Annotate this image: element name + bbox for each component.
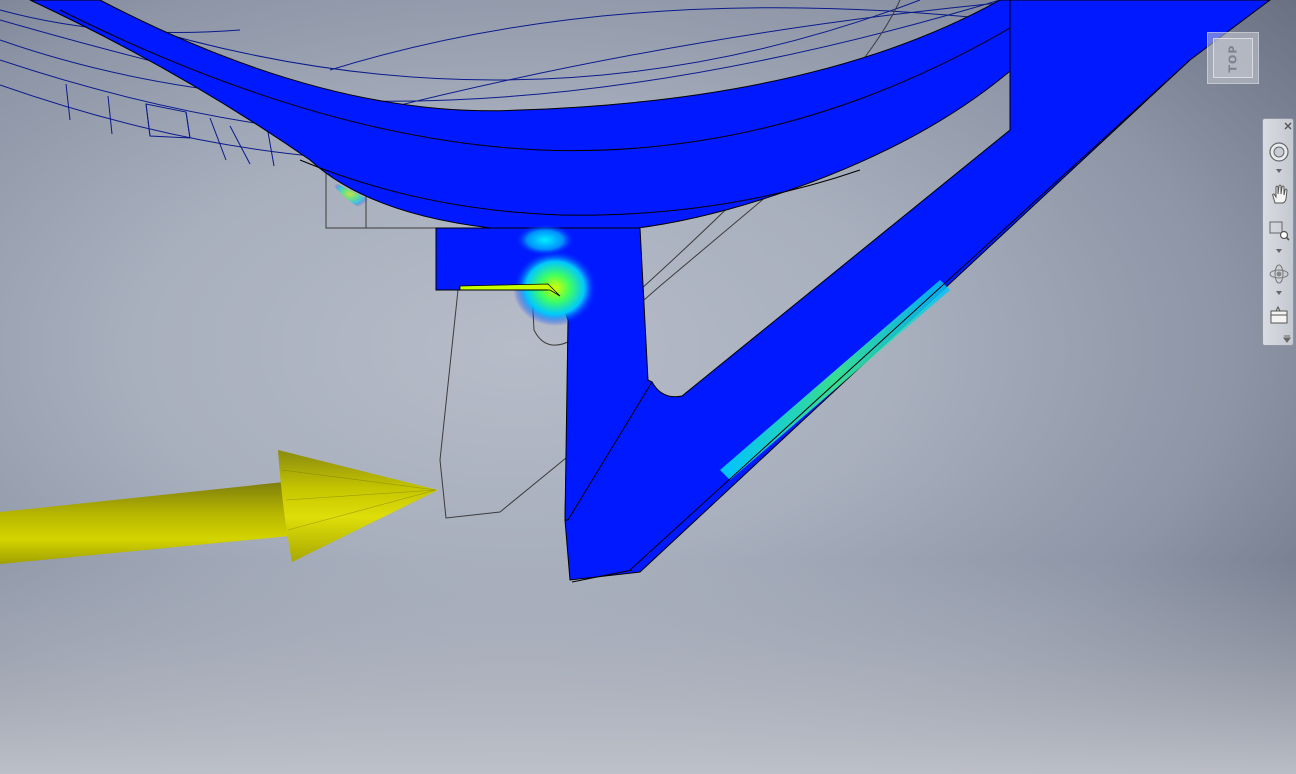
zoom-button[interactable] [1266,217,1292,243]
pan-button[interactable] [1266,181,1292,207]
graphics-viewport[interactable]: TOP [0,0,1296,774]
zoom-window-icon [1269,221,1290,241]
stress-model-svg [0,0,1271,583]
bracket-hotspot-top [515,224,575,256]
load-arrow-cone [278,450,438,562]
deformed-ring [29,0,1079,234]
chevron-down-icon[interactable] [1276,291,1282,295]
viewcube-face-label: TOP [1226,44,1240,72]
look-at-icon [1270,305,1288,324]
chevron-down-icon[interactable] [1276,169,1282,173]
viewcube-face-top[interactable]: TOP [1213,38,1253,78]
customize-menu-icon[interactable] [1283,335,1291,343]
close-icon[interactable] [1283,121,1293,131]
full-navigation-wheel-button[interactable] [1266,139,1292,165]
pan-hand-icon [1272,184,1288,204]
ring-band [29,0,1079,234]
orbit-button[interactable] [1266,261,1292,287]
orbit-icon [1269,264,1289,284]
load-arrow [0,450,438,564]
look-at-button[interactable] [1266,303,1292,329]
full-navigation-wheel-icon [1269,142,1289,162]
navigation-bar [1262,118,1294,346]
load-arrow-shaft [0,482,290,564]
chevron-down-icon[interactable] [1276,249,1282,253]
viewcube[interactable]: TOP [1207,32,1259,84]
